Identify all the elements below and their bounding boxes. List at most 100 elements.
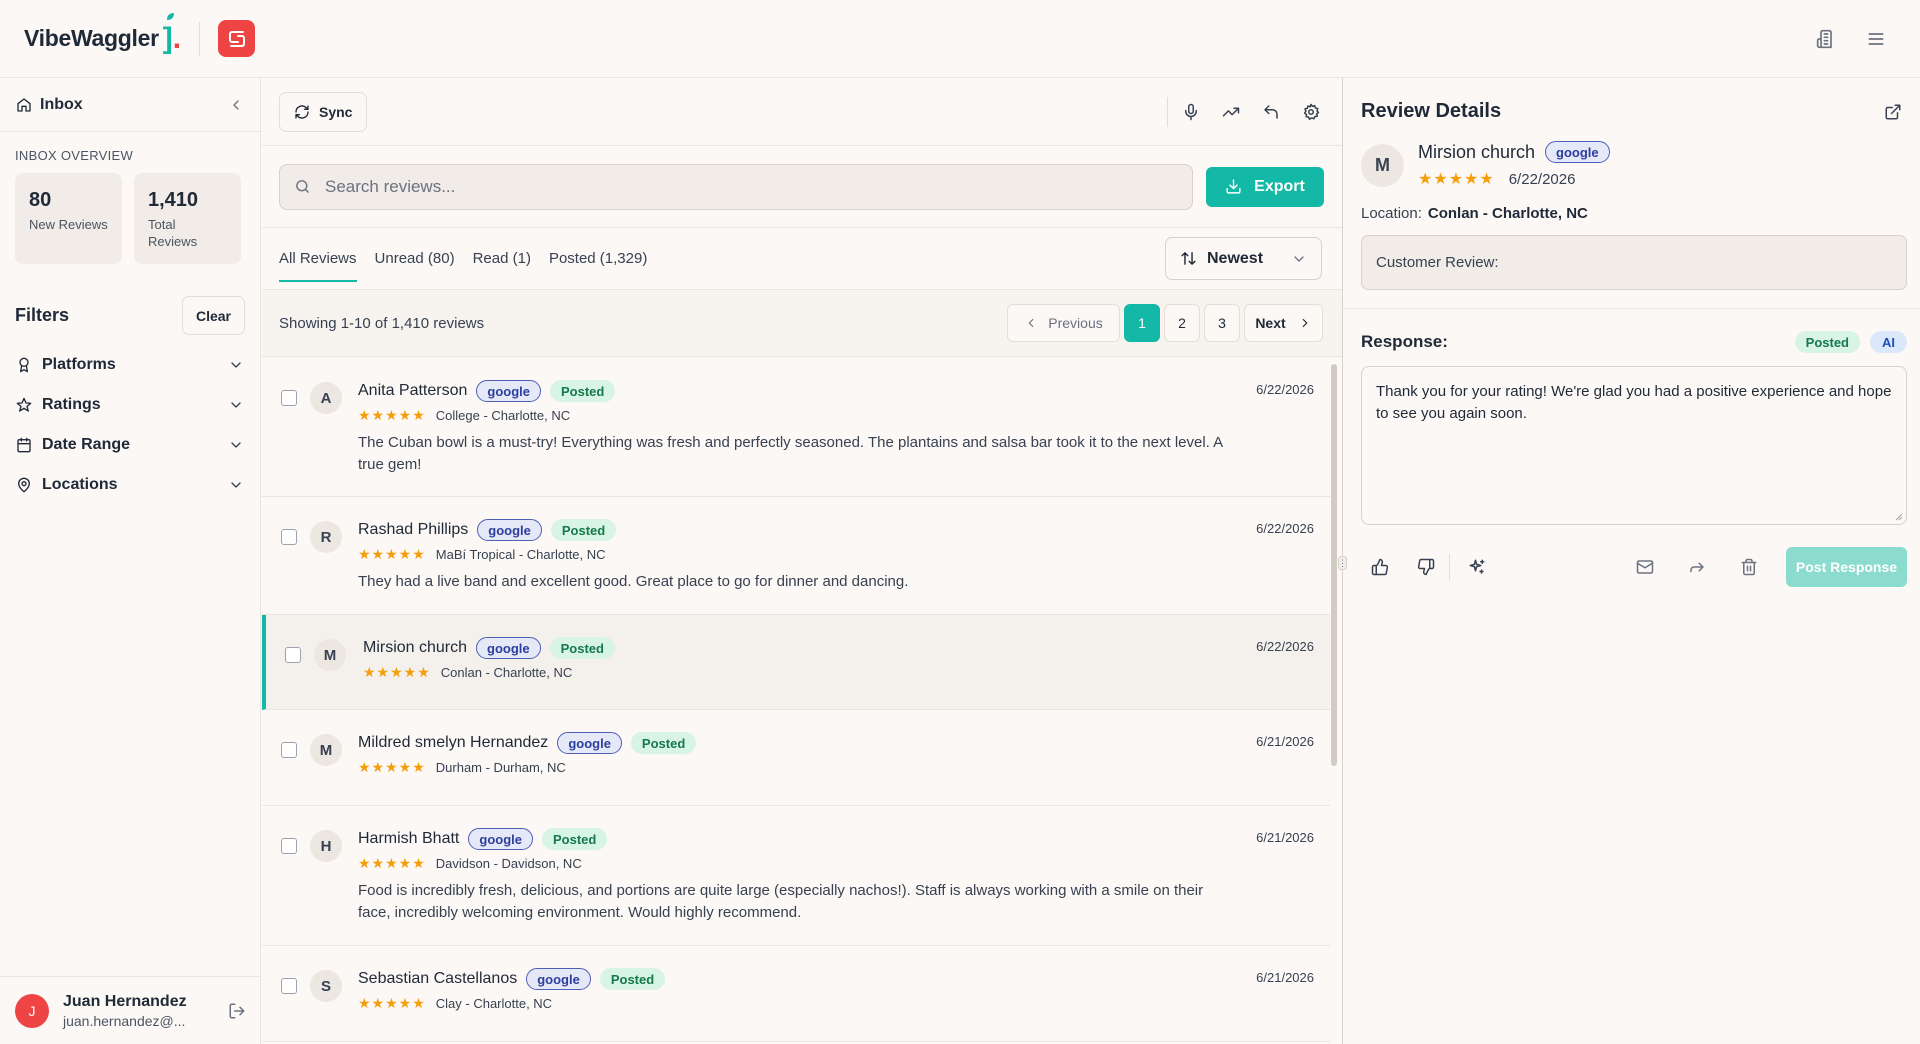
sidebar-item-inbox[interactable]: Inbox (0, 78, 260, 132)
row-checkbox[interactable] (285, 647, 301, 663)
reviewer-name: Sebastian Castellanos (358, 970, 518, 987)
settings-icon[interactable] (1302, 103, 1320, 121)
platform-badge: google (477, 519, 542, 541)
review-row[interactable]: H Harmish Bhatt google Posted ★★★★★ Davi… (262, 806, 1330, 946)
review-location: Conlan - Charlotte, NC (440, 665, 573, 680)
filter-ratings[interactable]: Ratings (0, 385, 260, 425)
review-date: 6/22/2026 (1256, 521, 1314, 536)
review-row-selected[interactable]: M Mirsion church google Posted ★★★★★ Con… (262, 615, 1330, 710)
rating-stars: ★★★★★ (1418, 171, 1495, 188)
thumbs-down-icon[interactable] (1417, 558, 1435, 576)
award-icon (16, 357, 32, 373)
platform-badge: google (476, 380, 542, 402)
chevron-down-icon (228, 397, 244, 413)
export-button[interactable]: Export (1206, 166, 1324, 207)
review-row[interactable]: M Mildred smelyn Hernandez google Posted… (262, 710, 1330, 806)
sidebar: Inbox INBOX OVERVIEW 80 New Reviews 1,41… (0, 78, 261, 1044)
post-response-button[interactable]: Post Response (1786, 547, 1907, 587)
ai-badge: AI (1870, 331, 1907, 353)
review-location: Durham - Durham, NC (435, 760, 566, 775)
filter-locations[interactable]: Locations (0, 465, 260, 505)
row-checkbox[interactable] (281, 838, 297, 854)
undo-icon[interactable] (1262, 103, 1280, 121)
sync-button[interactable]: Sync (279, 91, 368, 132)
download-icon (1225, 178, 1242, 195)
tab-read[interactable]: Read (1) (473, 236, 531, 282)
customer-review-label: Customer Review: (1376, 254, 1499, 271)
chevron-down-icon (228, 357, 244, 373)
brand[interactable]: VibeWaggler ]. (24, 12, 182, 55)
calendar-icon (16, 437, 32, 453)
row-checkbox[interactable] (281, 390, 297, 406)
trending-up-icon[interactable] (1222, 103, 1240, 121)
review-row[interactable]: R Rashad Phillips google Posted ★★★★★ Ma… (262, 497, 1330, 615)
search-icon (294, 178, 311, 195)
reviewer-name: Rashad Phillips (358, 521, 469, 538)
user-name: Juan Hernandez (63, 992, 187, 1010)
toolbar-divider (1167, 96, 1168, 127)
sort-select[interactable]: Newest (1165, 237, 1322, 280)
tab-posted[interactable]: Posted (1,329) (549, 236, 647, 282)
building-icon[interactable] (1816, 29, 1836, 49)
review-location: Davidson - Davidson, NC (435, 856, 582, 871)
avatar: H (310, 830, 342, 862)
platform-badge: google (476, 637, 541, 659)
clear-filters-button[interactable]: Clear (182, 296, 245, 335)
sparkles-icon[interactable] (1468, 558, 1486, 576)
user-info: Juan Hernandez juan.hernandez@... (63, 993, 187, 1029)
thumbs-up-icon[interactable] (1371, 558, 1389, 576)
platform-badge: google (557, 732, 622, 754)
status-badge: Posted (599, 968, 666, 990)
page-button-2[interactable]: 2 (1164, 304, 1200, 342)
row-checkbox[interactable] (281, 529, 297, 545)
page-button-3[interactable]: 3 (1204, 304, 1240, 342)
filter-label: Date Range (42, 436, 131, 453)
status-badge: Posted (549, 637, 615, 659)
status-badge: Posted (630, 732, 697, 754)
tab-unread[interactable]: Unread (80) (375, 236, 455, 282)
home-icon (16, 97, 32, 113)
forward-icon[interactable] (1688, 558, 1706, 576)
user-profile[interactable]: J Juan Hernandez juan.hernandez@... (0, 976, 261, 1044)
next-page-button[interactable]: Next (1244, 304, 1323, 342)
chevron-down-icon (228, 437, 244, 453)
filter-date-range[interactable]: Date Range (0, 425, 260, 465)
page-button-1[interactable]: 1 (1124, 304, 1160, 342)
external-link-icon[interactable] (1884, 103, 1902, 121)
app-logo-icon[interactable] (218, 20, 256, 57)
collapse-sidebar-icon[interactable] (228, 97, 244, 113)
row-checkbox[interactable] (281, 978, 297, 994)
menu-icon[interactable] (1866, 29, 1886, 49)
tab-all-reviews[interactable]: All Reviews (279, 236, 357, 282)
filter-platforms[interactable]: Platforms (0, 345, 260, 385)
resize-grip-icon[interactable] (1895, 513, 1903, 521)
review-row[interactable]: A Anita Patterson google Posted ★★★★★ Co… (262, 358, 1330, 497)
sync-label: Sync (319, 103, 353, 120)
sidebar-item-label: Inbox (40, 95, 83, 113)
avatar: M (310, 734, 342, 766)
action-divider (1449, 554, 1450, 580)
search-box[interactable] (279, 163, 1193, 210)
review-location: Location: Conlan - Charlotte, NC (1361, 205, 1920, 222)
response-textarea[interactable]: Thank you for your rating! We're glad yo… (1361, 366, 1907, 525)
review-text: Food is incredibly fresh, delicious, and… (358, 882, 1204, 921)
review-row[interactable]: S Sebastian Castellanos google Posted ★★… (262, 946, 1330, 1042)
response-title: Response: (1361, 332, 1448, 351)
mic-icon[interactable] (1182, 103, 1200, 121)
row-checkbox[interactable] (281, 742, 297, 758)
trash-icon[interactable] (1740, 558, 1758, 576)
status-badge: Posted (1794, 331, 1860, 353)
logout-icon[interactable] (228, 1002, 246, 1020)
brand-bracket: ] (162, 21, 173, 55)
stat-caption: New Reviews (29, 217, 108, 232)
pagination-row: Showing 1-10 of 1,410 reviews Previous 1… (262, 290, 1342, 357)
mail-icon[interactable] (1636, 558, 1654, 576)
export-label: Export (1254, 177, 1305, 195)
brand-dot: . (172, 21, 182, 55)
previous-page-button[interactable]: Previous (1007, 304, 1120, 342)
star-icon (16, 397, 32, 413)
location-value: Conlan - Charlotte, NC (1427, 205, 1588, 222)
list-scrollbar[interactable] (1331, 364, 1337, 766)
search-input[interactable] (325, 176, 1125, 197)
review-location: Clay - Charlotte, NC (435, 996, 553, 1011)
